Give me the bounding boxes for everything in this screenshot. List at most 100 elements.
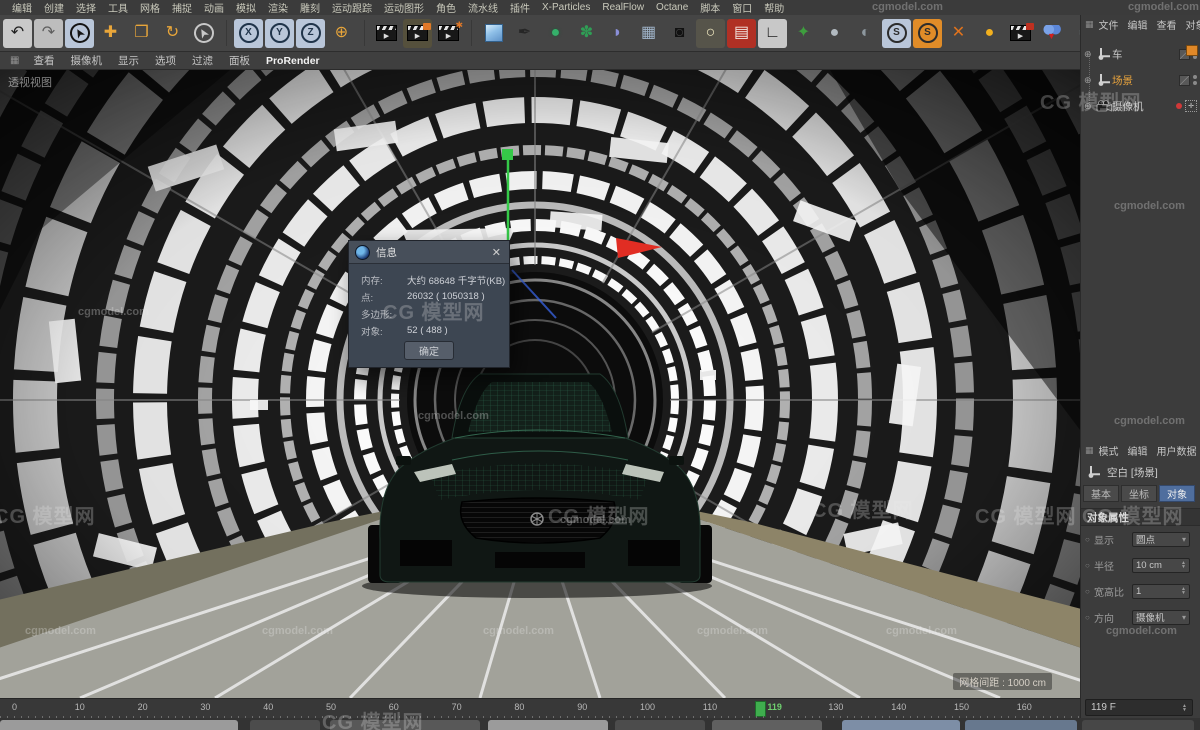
transport-segment[interactable]	[488, 720, 608, 730]
menubar-item-13[interactable]: 流水线	[462, 0, 504, 15]
transport-buttons[interactable]	[965, 720, 1077, 730]
ok-button[interactable]: 确定	[404, 341, 454, 360]
object-item-toggles[interactable]: ✛	[1176, 100, 1197, 112]
playhead[interactable]	[755, 701, 767, 717]
menubar-item-5[interactable]: 捕捉	[166, 0, 198, 15]
menubar-item-6[interactable]: 动画	[198, 0, 230, 15]
viewport-menu-1[interactable]: 摄像机	[62, 53, 110, 68]
menubar-item-19[interactable]: 窗口	[726, 0, 758, 15]
viewport-grid-icon[interactable]: ▦	[10, 55, 19, 66]
transport-segment[interactable]	[1082, 720, 1194, 730]
tab-基本[interactable]: 基本	[1083, 485, 1119, 502]
menubar-item-20[interactable]: 帮助	[758, 0, 790, 15]
workplane-button[interactable]: ∟	[758, 18, 787, 48]
primitive-cube-button[interactable]	[479, 19, 508, 48]
viewport-canvas[interactable]	[0, 70, 1080, 698]
panel-grid-icon[interactable]: ▦	[1085, 19, 1094, 30]
sphere-grey-button[interactable]: ●	[820, 19, 849, 48]
layer-toggle-icon[interactable]	[1179, 74, 1190, 86]
x-axis-lock-button[interactable]: X	[234, 18, 263, 48]
tab-对象[interactable]: 对象	[1159, 485, 1195, 502]
visibility-dots-icon[interactable]	[1193, 75, 1197, 85]
menubar-item-15[interactable]: X-Particles	[536, 2, 596, 13]
deformer-button[interactable]: ◗	[603, 19, 632, 48]
environment-floor-button[interactable]: ▦	[634, 19, 663, 48]
viewport-menu-3[interactable]: 选项	[147, 53, 184, 68]
plugin-cross-button[interactable]: ✕	[944, 19, 973, 48]
frame-stepper-icon[interactable]: ▲ ▼	[1182, 703, 1187, 712]
render-settings-button[interactable]: ▶	[434, 19, 463, 48]
light-object-button[interactable]: ○	[696, 18, 725, 48]
menubar-item-8[interactable]: 渲染	[262, 0, 294, 15]
sphere-shaded-button[interactable]: ◐	[851, 19, 880, 48]
viewport-menu-0[interactable]: 查看	[25, 53, 62, 68]
last-tool-button[interactable]: ➤	[189, 19, 218, 48]
move-tool-button[interactable]: ✚	[96, 19, 125, 48]
camera-target-icon[interactable]: ✛	[1185, 100, 1197, 112]
object-item-toggles[interactable]	[1179, 74, 1197, 86]
coord-system-button[interactable]: ⊕	[327, 19, 356, 48]
plugin-s-orange-button[interactable]: S	[913, 18, 942, 48]
viewport-menu-6[interactable]: ProRender	[258, 55, 328, 67]
om-menu-1[interactable]: 编辑	[1128, 17, 1148, 32]
menubar-item-0[interactable]: 编辑	[6, 0, 38, 15]
attr-menu-0[interactable]: 模式	[1099, 443, 1119, 458]
array-generator-button[interactable]: ✽	[572, 19, 601, 48]
panel-grid-icon[interactable]: ▦	[1085, 445, 1094, 456]
plugin-balls-arrow-button[interactable]: ▼	[1037, 19, 1066, 48]
undo-button[interactable]: ↶	[3, 18, 32, 48]
om-menu-0[interactable]: 文件	[1099, 17, 1119, 32]
viewport-menu-4[interactable]: 过滤	[184, 53, 221, 68]
menubar-item-10[interactable]: 运动跟踪	[326, 0, 378, 15]
dropdown-0[interactable]: 圆点 ▾	[1132, 531, 1190, 547]
subdivision-surface-button[interactable]: ●	[541, 19, 570, 48]
select-tool-button[interactable]: ➤	[65, 18, 94, 48]
xparticles-button[interactable]: ✦	[789, 19, 818, 48]
dropdown-3[interactable]: 摄像机 ▾	[1132, 609, 1190, 625]
menubar-item-9[interactable]: 雕刻	[294, 0, 326, 15]
render-view-button[interactable]: ▶	[372, 19, 401, 48]
transport-segment[interactable]	[712, 720, 822, 730]
menubar-item-3[interactable]: 工具	[102, 0, 134, 15]
om-menu-3[interactable]: 对象	[1186, 17, 1200, 32]
tree-node-icon[interactable]: ⊕	[1084, 75, 1095, 86]
plugin-clapper-red-button[interactable]: ▶	[1006, 19, 1035, 48]
menubar-item-2[interactable]: 选择	[70, 0, 102, 15]
attr-menu-1[interactable]: 编辑	[1128, 443, 1148, 458]
transport-buttons[interactable]	[842, 720, 960, 730]
stepper-arrows-icon[interactable]: ▲ ▼	[1181, 561, 1186, 570]
tree-node-icon[interactable]: ⊕	[1084, 49, 1095, 60]
plugin-sun-button[interactable]: ●	[975, 19, 1004, 48]
menubar-item-14[interactable]: 插件	[504, 0, 536, 15]
viewport-menu-5[interactable]: 面板	[221, 53, 258, 68]
transport-segment[interactable]	[615, 720, 705, 730]
z-axis-lock-button[interactable]: Z	[296, 18, 325, 48]
plugin-s-grey-button[interactable]: S	[882, 18, 911, 48]
anim-dot-icon[interactable]: ○	[1085, 561, 1094, 570]
object-item-车[interactable]: ⊕ 车	[1081, 41, 1200, 67]
anim-dot-icon[interactable]: ○	[1085, 613, 1094, 622]
tree-node-icon[interactable]: ⊕	[1084, 101, 1095, 112]
spline-pen-button[interactable]: ✒	[510, 19, 539, 48]
redo-button[interactable]: ↷	[34, 18, 63, 48]
stepper-1[interactable]: 10 cm ▲ ▼	[1132, 557, 1190, 573]
menubar-item-17[interactable]: Octane	[650, 2, 694, 13]
viewport[interactable]: 透视视图 网格间距: 1000 cm	[0, 70, 1080, 698]
menubar-item-11[interactable]: 运动图形	[378, 0, 430, 15]
menubar-item-1[interactable]: 创建	[38, 0, 70, 15]
current-frame-box[interactable]: 119 F ▲ ▼	[1085, 699, 1193, 716]
menubar-item-4[interactable]: 网格	[134, 0, 166, 15]
menubar-item-7[interactable]: 模拟	[230, 0, 262, 15]
range-slider-handle[interactable]	[0, 720, 238, 730]
anim-dot-icon[interactable]: ○	[1085, 587, 1094, 596]
record-dot-icon[interactable]	[1176, 103, 1182, 109]
transport-segment[interactable]	[250, 720, 320, 730]
stepper-arrows-icon[interactable]: ▲ ▼	[1181, 587, 1186, 596]
menubar-item-16[interactable]: RealFlow	[596, 2, 650, 13]
timeline-ruler[interactable]: 0 10 20 30 40 50 60 70 80 90 100 110 130 140 150 160 119	[0, 698, 1080, 719]
stepper-2[interactable]: 1 ▲ ▼	[1132, 583, 1190, 599]
attr-menu-2[interactable]: 用户数据	[1157, 443, 1197, 458]
close-icon[interactable]: ✕	[490, 246, 503, 259]
content-browser-button[interactable]: ▤	[727, 18, 756, 48]
menubar-item-12[interactable]: 角色	[430, 0, 462, 15]
